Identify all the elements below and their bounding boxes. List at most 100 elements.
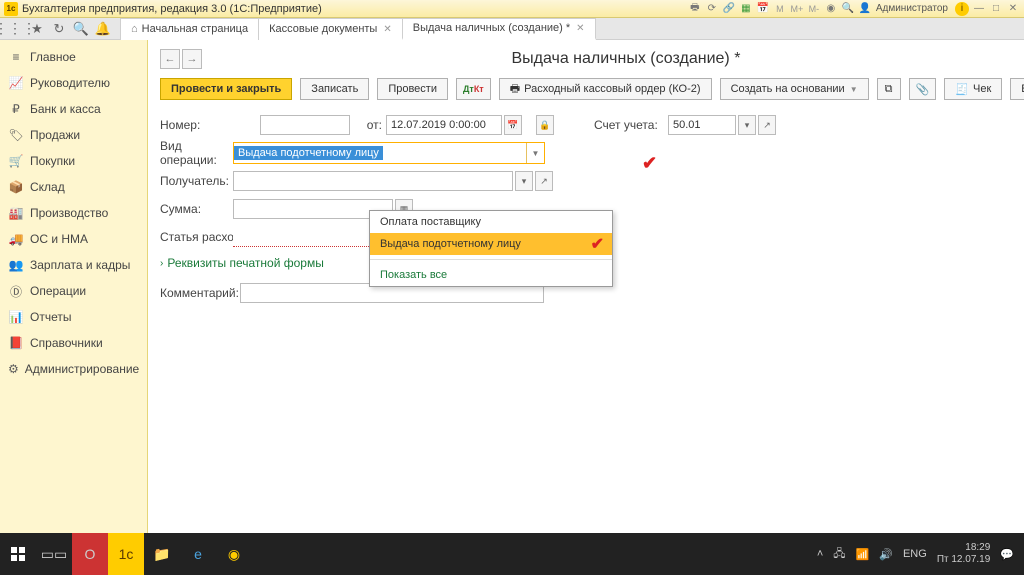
tab-start[interactable]: ⌂ Начальная страница: [120, 18, 259, 40]
from-label: от:: [358, 118, 382, 132]
tab-start-label: Начальная страница: [142, 23, 248, 35]
calendar-button[interactable]: 📅: [504, 115, 522, 135]
taskbar-app-1c2[interactable]: ◉: [216, 533, 252, 575]
history-icon[interactable]: ↻: [48, 20, 70, 38]
sidebar-item-buy[interactable]: 🛒Покупки: [0, 148, 147, 174]
save-button[interactable]: Записать: [300, 78, 369, 100]
recipient-input[interactable]: [233, 171, 513, 191]
mplus-icon[interactable]: M+: [790, 2, 804, 16]
bars-icon: 📊: [8, 309, 24, 325]
annotation-check-icon: ✔: [591, 234, 604, 254]
attach-button[interactable]: 📎: [909, 78, 937, 100]
gear-icon: ⚙: [8, 361, 19, 377]
sidebar-item-refs[interactable]: 📕Справочники: [0, 330, 147, 356]
refresh-icon[interactable]: ⟳: [705, 2, 719, 16]
truck-icon: 🚚: [8, 231, 24, 247]
sidebar-item-reports[interactable]: 📊Отчеты: [0, 304, 147, 330]
back-circle-icon[interactable]: ◉: [824, 2, 838, 16]
taskbar-app-ie[interactable]: e: [180, 533, 216, 575]
info-icon[interactable]: i: [955, 2, 969, 16]
dropdown-show-all[interactable]: Показать все: [370, 264, 612, 286]
lang-indicator[interactable]: ENG: [903, 548, 927, 560]
optype-label: Вид операции:: [160, 139, 233, 167]
dropdown-button[interactable]: ▾: [515, 171, 533, 191]
close-icon[interactable]: ✕: [1006, 2, 1020, 16]
chevron-right-icon: ›: [160, 258, 163, 269]
recipient-label: Получатель:: [160, 174, 233, 188]
bell-icon[interactable]: 🔔: [92, 20, 114, 38]
tab-vydacha[interactable]: Выдача наличных (создание) * ✕: [402, 18, 596, 40]
content-area: ← → Выдача наличных (создание) * ✕ Прове…: [148, 40, 1024, 533]
chart-icon: 📈: [8, 75, 24, 91]
sidebar-item-manager[interactable]: 📈Руководителю: [0, 70, 147, 96]
book-icon: 📕: [8, 335, 24, 351]
calc-icon[interactable]: ▦: [739, 2, 753, 16]
tab-close-icon[interactable]: ✕: [576, 23, 584, 34]
sidebar-item-main[interactable]: ≡Главное: [0, 44, 147, 70]
sound-icon[interactable]: 🔊: [879, 548, 893, 561]
page-title: Выдача наличных (создание) *: [164, 50, 1024, 68]
sidebar-item-stock[interactable]: 📦Склад: [0, 174, 147, 200]
minimize-icon[interactable]: —: [972, 2, 986, 16]
date-input[interactable]: 12.07.2019 0:00:00: [386, 115, 502, 135]
maximize-icon[interactable]: □: [989, 2, 1003, 16]
number-input[interactable]: [260, 115, 350, 135]
sidebar-item-admin[interactable]: ⚙Администрирование: [0, 356, 147, 382]
tab-kassa-label: Кассовые документы: [269, 23, 377, 35]
dropdown-option-selected[interactable]: Выдача подотчетному лицу ✔: [370, 233, 612, 255]
account-input[interactable]: 50.01: [668, 115, 736, 135]
chevron-down-icon[interactable]: ▼: [526, 143, 544, 163]
box-icon: 📦: [8, 179, 24, 195]
sidebar-item-bank[interactable]: ₽Банк и касса: [0, 96, 147, 122]
user-icon[interactable]: 👤: [858, 2, 872, 16]
print-icon[interactable]: 🖶: [688, 2, 702, 16]
search-icon[interactable]: 🔍: [70, 20, 92, 38]
sidebar-item-ops[interactable]: ⒹОперации: [0, 278, 147, 304]
start-button[interactable]: [0, 533, 36, 575]
zoom-icon[interactable]: 🔍: [841, 2, 855, 16]
sidebar-item-os[interactable]: 🚚ОС и НМА: [0, 226, 147, 252]
taskbar-app-1c[interactable]: 1c: [108, 533, 144, 575]
taskbar-app-explorer[interactable]: 📁: [144, 533, 180, 575]
open-button[interactable]: ↗: [535, 171, 553, 191]
post-close-button[interactable]: Провести и закрыть: [160, 78, 292, 100]
notifications-icon[interactable]: 💬: [1000, 548, 1014, 561]
app-title: Бухгалтерия предприятия, редакция 3.0 (1…: [22, 3, 322, 15]
sidebar: ≡Главное 📈Руководителю ₽Банк и касса 🏷Пр…: [0, 40, 148, 533]
sidebar-item-prod[interactable]: 🏭Производство: [0, 200, 147, 226]
rko-button[interactable]: 🖶Расходный кассовый ордер (КО-2): [499, 78, 712, 100]
sidebar-item-sales[interactable]: 🏷Продажи: [0, 122, 147, 148]
create-based-button[interactable]: Создать на основании▼: [720, 78, 869, 100]
taskview-button[interactable]: ▭▭: [36, 533, 72, 575]
favorite-icon[interactable]: ★: [26, 20, 48, 38]
clock[interactable]: 18:29 Пт 12.07.19: [937, 542, 990, 566]
wifi-icon[interactable]: 📶: [856, 548, 870, 561]
more-button[interactable]: Еще▼: [1010, 78, 1024, 100]
calendar-icon[interactable]: 📅: [756, 2, 770, 16]
cart-icon: 🛒: [8, 153, 24, 169]
link-icon[interactable]: 🔗: [722, 2, 736, 16]
post-button[interactable]: Провести: [377, 78, 448, 100]
check-button[interactable]: 🧾Чек: [944, 78, 1002, 100]
tray-up-icon[interactable]: ˄: [817, 548, 823, 560]
window-titlebar: 1c Бухгалтерия предприятия, редакция 3.0…: [0, 0, 1024, 18]
dt-kt-button[interactable]: ДтКт: [456, 78, 491, 100]
network-icon[interactable]: 🖧: [833, 545, 845, 564]
sidebar-item-salary[interactable]: 👥Зарплата и кадры: [0, 252, 147, 278]
tab-close-icon[interactable]: ✕: [383, 24, 391, 35]
mminus-icon[interactable]: M-: [807, 2, 821, 16]
lock-button[interactable]: 🔒: [536, 115, 554, 135]
user-label[interactable]: Администратор: [876, 3, 948, 14]
m-icon[interactable]: M: [773, 2, 787, 16]
optype-dropdown: Оплата поставщику Выдача подотчетному ли…: [369, 210, 613, 287]
tab-kassa[interactable]: Кассовые документы ✕: [258, 18, 403, 40]
dropdown-option[interactable]: Оплата поставщику: [370, 211, 612, 233]
optype-select[interactable]: Выдача подотчетному лицу ▼: [233, 142, 545, 164]
ops-icon: Ⓓ: [8, 283, 24, 299]
app-logo-icon: 1c: [4, 2, 18, 16]
struct-button[interactable]: ⧉: [877, 78, 901, 100]
dropdown-button[interactable]: ▾: [738, 115, 756, 135]
apps-icon[interactable]: ⋮⋮⋮: [4, 20, 26, 38]
open-button[interactable]: ↗: [758, 115, 776, 135]
taskbar-app-opera[interactable]: O: [72, 533, 108, 575]
